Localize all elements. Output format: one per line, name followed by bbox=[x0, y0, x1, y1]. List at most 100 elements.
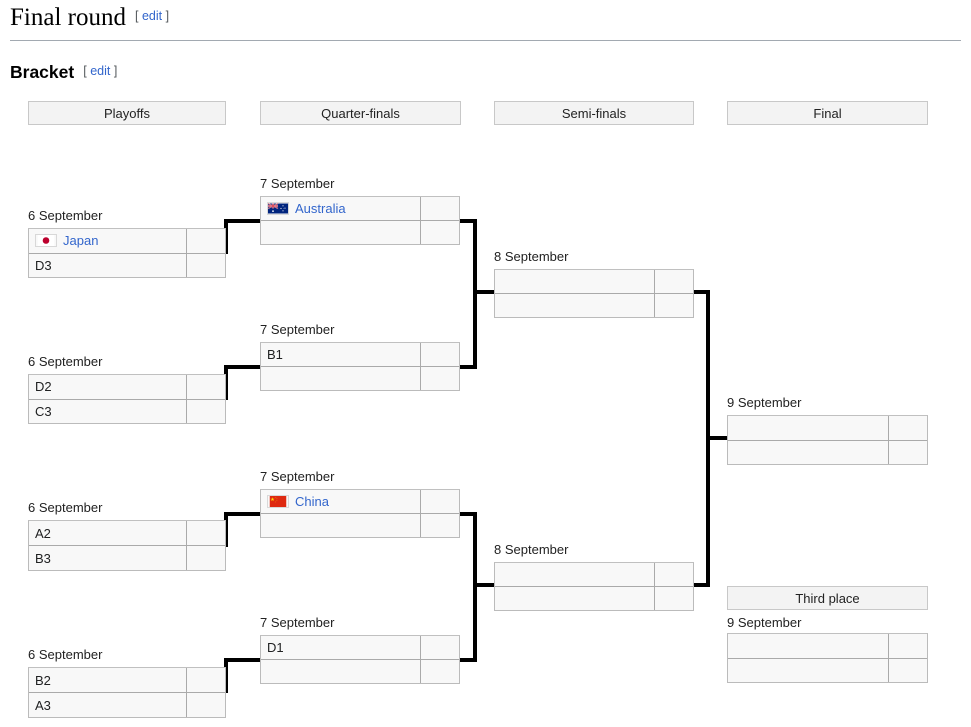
match-box-qf3[interactable]: China bbox=[260, 489, 460, 538]
match-row-team1[interactable] bbox=[728, 416, 927, 441]
match-box-po2[interactable]: D2 C3 bbox=[28, 374, 226, 424]
match-date-po4: 6 September bbox=[28, 647, 103, 662]
team-link[interactable]: Australia bbox=[295, 201, 346, 216]
match-box-po4[interactable]: B2 A3 bbox=[28, 667, 226, 718]
score-cell bbox=[421, 660, 459, 683]
connector-po3-h2 bbox=[224, 512, 260, 516]
team-name-cell: B1 bbox=[261, 343, 421, 366]
score-cell bbox=[187, 400, 225, 424]
team-link[interactable]: Japan bbox=[63, 233, 98, 248]
score-cell bbox=[889, 634, 927, 658]
connector-sf2-h bbox=[473, 583, 495, 587]
bracket-open: [ bbox=[83, 64, 87, 78]
match-date-final: 9 September bbox=[727, 395, 802, 410]
score-cell bbox=[655, 294, 693, 317]
match-box-po1[interactable]: Japan D3 bbox=[28, 228, 226, 278]
match-box-sf2[interactable] bbox=[494, 562, 694, 611]
score-cell bbox=[421, 221, 459, 244]
connector-po2-h2 bbox=[224, 365, 260, 369]
edit-label[interactable]: edit bbox=[142, 9, 162, 23]
team-name-cell[interactable]: China bbox=[261, 490, 421, 513]
match-row-team1[interactable]: A2 bbox=[29, 521, 225, 546]
match-date-third: 9 September bbox=[727, 615, 802, 630]
team-name-cell: D2 bbox=[29, 375, 187, 399]
score-cell bbox=[655, 563, 693, 586]
match-row-team1[interactable]: Japan bbox=[29, 229, 225, 254]
team-name-cell bbox=[261, 221, 421, 244]
section-title-text: Bracket bbox=[10, 62, 75, 82]
edit-link-bracket[interactable]: [ edit ] bbox=[83, 64, 117, 78]
match-row-team1[interactable]: China bbox=[261, 490, 459, 514]
team-name-cell bbox=[495, 563, 655, 586]
team-link[interactable]: China bbox=[295, 494, 329, 509]
match-row-team1[interactable] bbox=[495, 270, 693, 294]
edit-link-final-round[interactable]: [ edit ] bbox=[135, 9, 169, 23]
match-row-team2[interactable] bbox=[261, 514, 459, 537]
team-name-cell: D1 bbox=[261, 636, 421, 659]
score-cell bbox=[889, 416, 927, 440]
match-row-team2[interactable] bbox=[728, 658, 927, 683]
score-cell bbox=[187, 546, 225, 570]
team-name-cell bbox=[728, 658, 889, 682]
match-row-team2[interactable] bbox=[261, 367, 459, 390]
match-row-team1[interactable] bbox=[495, 563, 693, 587]
match-box-qf2[interactable]: B1 bbox=[260, 342, 460, 391]
score-cell bbox=[187, 375, 225, 399]
team-name-cell: A2 bbox=[29, 521, 187, 545]
title-divider bbox=[10, 40, 961, 41]
match-row-team1[interactable] bbox=[728, 634, 927, 659]
match-row-team2[interactable] bbox=[261, 660, 459, 683]
team-name-cell bbox=[728, 634, 889, 658]
match-date-po2: 6 September bbox=[28, 354, 103, 369]
match-row-team2[interactable] bbox=[495, 294, 693, 317]
match-row-team1[interactable]: D1 bbox=[261, 636, 459, 660]
score-cell bbox=[655, 270, 693, 293]
match-box-third-place[interactable] bbox=[727, 633, 928, 683]
match-row-team2[interactable]: C3 bbox=[29, 399, 225, 424]
score-cell bbox=[655, 587, 693, 610]
team-name-cell bbox=[261, 660, 421, 683]
round-header-label: Semi-finals bbox=[561, 105, 627, 121]
team-name-cell: C3 bbox=[29, 399, 187, 423]
bracket-open: [ bbox=[134, 9, 139, 23]
round-header-label: Final bbox=[813, 105, 842, 121]
round-header-semi-finals: Semi-finals bbox=[494, 101, 694, 125]
australia-flag bbox=[267, 202, 289, 215]
team-name-cell bbox=[728, 416, 889, 440]
score-cell bbox=[187, 254, 225, 278]
match-row-team2[interactable] bbox=[261, 221, 459, 244]
match-row-team1[interactable]: B1 bbox=[261, 343, 459, 367]
match-row-team2[interactable]: A3 bbox=[29, 693, 225, 717]
japan-flag bbox=[35, 234, 57, 248]
match-row-team1[interactable]: D2 bbox=[29, 375, 225, 400]
match-date-qf3: 7 September bbox=[260, 469, 335, 484]
match-date-qf1: 7 September bbox=[260, 176, 335, 191]
team-name-cell[interactable]: Japan bbox=[29, 229, 187, 253]
match-row-team2[interactable] bbox=[495, 587, 693, 610]
match-box-final[interactable] bbox=[727, 415, 928, 465]
match-box-qf1[interactable]: Australia bbox=[260, 196, 460, 245]
match-box-po3[interactable]: A2 B3 bbox=[28, 520, 226, 571]
score-cell bbox=[421, 343, 459, 366]
match-box-qf4[interactable]: D1 bbox=[260, 635, 460, 684]
bracket-close: ] bbox=[113, 64, 118, 78]
match-date-qf2: 7 September bbox=[260, 322, 335, 337]
match-box-sf1[interactable] bbox=[494, 269, 694, 318]
team-name-cell bbox=[261, 367, 421, 390]
score-cell bbox=[421, 514, 459, 537]
round-header-quarter-finals: Quarter-finals bbox=[260, 101, 461, 125]
match-row-team1[interactable]: Australia bbox=[261, 197, 459, 221]
connector-final-h bbox=[706, 436, 728, 440]
match-row-team2[interactable]: B3 bbox=[29, 546, 225, 570]
page-title: Final round [ edit ] bbox=[10, 4, 169, 32]
score-cell bbox=[187, 693, 225, 717]
match-date-sf1: 8 September bbox=[494, 249, 569, 264]
round-header-playoffs: Playoffs bbox=[28, 101, 226, 125]
edit-label[interactable]: edit bbox=[90, 64, 110, 78]
round-header-label: Quarter-finals bbox=[321, 105, 400, 121]
match-row-team1[interactable]: B2 bbox=[29, 668, 225, 693]
score-cell bbox=[889, 659, 927, 683]
team-name-cell[interactable]: Australia bbox=[261, 197, 421, 220]
match-row-team2[interactable] bbox=[728, 440, 927, 464]
match-row-team2[interactable]: D3 bbox=[29, 253, 225, 278]
